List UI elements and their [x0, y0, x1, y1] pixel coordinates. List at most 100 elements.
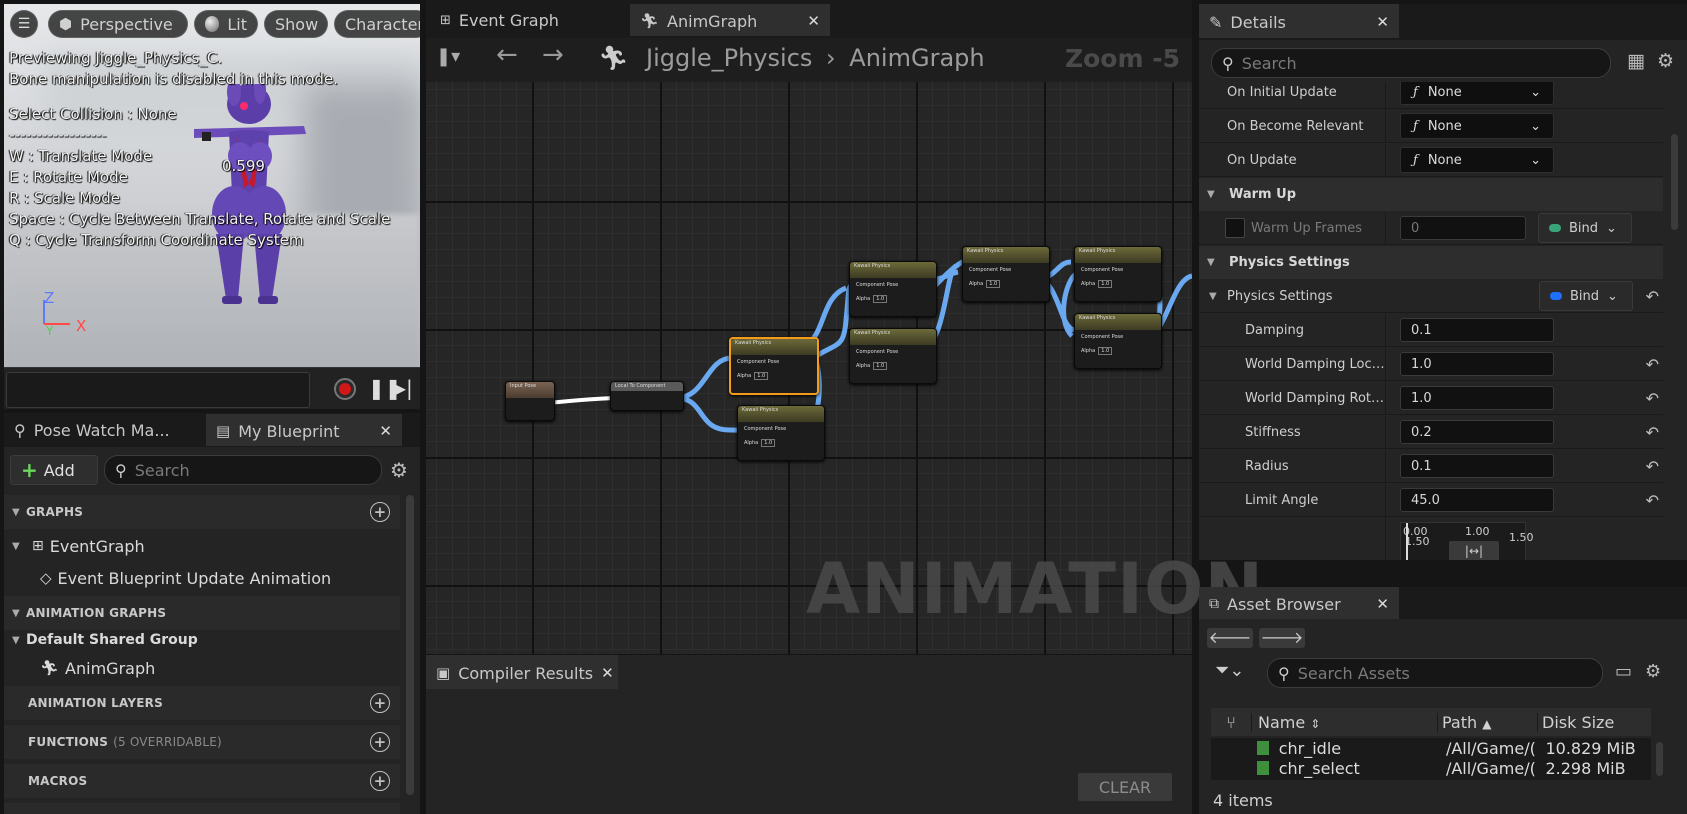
details-search-input[interactable]: ⚲ Search [1211, 48, 1611, 78]
pin-value[interactable]: 1.0 [1098, 347, 1113, 355]
close-icon[interactable]: ✕ [1376, 13, 1389, 31]
reset-arrow-icon[interactable]: ↶ [1646, 355, 1659, 374]
add-layer-icon[interactable]: + [370, 693, 390, 713]
asset-back-button[interactable]: 🡐 [1207, 628, 1253, 648]
character-button[interactable]: Character [334, 10, 420, 38]
blueprint-scrollbar[interactable] [406, 495, 414, 795]
warm-up-checkbox[interactable] [1225, 218, 1245, 238]
pin-value[interactable]: 1.0 [986, 280, 1001, 288]
reset-arrow-icon[interactable]: ↶ [1646, 423, 1659, 442]
close-icon[interactable]: ✕ [1376, 595, 1389, 613]
details-settings-button[interactable]: ⚙ [1657, 50, 1674, 72]
function-binding-dropdown[interactable]: ƒ None ⌄ [1400, 113, 1554, 139]
tab-my-blueprint[interactable]: ▤ My Blueprint ✕ [206, 414, 402, 446]
table-row[interactable]: chr_idle /All/Game/( 10.829 MiB [1211, 738, 1651, 758]
kawaii-physics-node[interactable]: Kawaii Physics Component Pose Alpha 1.0 [1074, 246, 1162, 302]
section-macros[interactable]: MACROS + [4, 764, 400, 798]
branch-icon[interactable]: ⑂ [1211, 713, 1251, 732]
kawaii-physics-node[interactable]: Kawaii Physics Component Pose Alpha 1.0 [849, 328, 937, 384]
reset-arrow-icon[interactable]: ↶ [1646, 389, 1659, 408]
reset-arrow-icon[interactable]: ↶ [1646, 491, 1659, 510]
reset-arrow-icon[interactable]: ↶ [1646, 457, 1659, 476]
reset-arrow-icon[interactable]: ↶ [1646, 287, 1659, 306]
section-physics-settings[interactable]: ▼ Physics Settings [1199, 246, 1663, 279]
pin-value[interactable]: 1.0 [873, 295, 888, 303]
tab-event-graph[interactable]: ⊞ Event Graph [430, 4, 630, 36]
pin-component-pose[interactable]: Component Pose [731, 355, 817, 369]
add-function-icon[interactable]: + [370, 732, 390, 752]
step-forward-button[interactable]: ▸| [396, 376, 413, 400]
world-damping-rotation-field[interactable]: 1.0 [1400, 386, 1554, 410]
blueprint-search-input[interactable]: ⚲ Search [104, 455, 382, 485]
tab-details[interactable]: ✎ Details ✕ [1199, 4, 1399, 38]
table-view-button[interactable]: ▦ [1627, 50, 1645, 72]
lit-button[interactable]: Lit [194, 10, 258, 38]
function-binding-dropdown[interactable]: ƒ None ⌄ [1400, 147, 1554, 173]
section-functions[interactable]: FUNCTIONS (5 OVERRIDABLE) + [4, 725, 400, 759]
tree-item-event-update[interactable]: ◇ Event Blueprint Update Animation [4, 563, 400, 593]
section-graphs[interactable]: ▼ GRAPHS + [4, 495, 400, 529]
pin-value[interactable]: 1.0 [873, 362, 888, 370]
folder-view-button[interactable]: ▭ [1615, 661, 1632, 682]
tree-item-eventgraph[interactable]: ▼ ⊞ EventGraph [4, 531, 400, 561]
add-graph-icon[interactable]: + [370, 502, 390, 522]
pin-alpha[interactable]: Alpha 1.0 [963, 277, 1049, 291]
tree-item-default-group[interactable]: ▼ Default Shared Group [4, 625, 400, 655]
kawaii-physics-node[interactable]: Kawaii Physics Component Pose Alpha 1.0 [1074, 313, 1162, 369]
pin-component-pose[interactable]: Component Pose [1075, 330, 1161, 344]
close-icon[interactable]: ✕ [601, 664, 614, 682]
breadcrumb-item[interactable]: Jiggle_Physics [646, 44, 812, 72]
pin-value[interactable]: 1.0 [761, 439, 776, 447]
world-damping-location-field[interactable]: 1.0 [1400, 352, 1554, 376]
pin-alpha[interactable]: Alpha 1.0 [1075, 277, 1161, 291]
preview-viewport[interactable]: ☰ ⬢ Perspective Lit Show Character Previ… [4, 4, 420, 367]
breadcrumb-item[interactable]: AnimGraph [849, 44, 984, 72]
column-name[interactable]: Name ⇕ [1251, 712, 1437, 732]
damping-field[interactable]: 0.1 [1400, 318, 1554, 342]
pin-alpha[interactable]: Alpha 1.0 [850, 292, 936, 306]
function-binding-dropdown[interactable]: ƒ None ⌄ [1400, 82, 1554, 105]
pin-alpha[interactable]: Alpha 1.0 [1075, 344, 1161, 358]
kawaii-physics-node[interactable]: Kawaii Physics Component Pose Alpha 1.0 [737, 405, 825, 461]
timeline-scrubber[interactable] [6, 372, 310, 408]
pin-value[interactable]: 1.0 [1098, 280, 1113, 288]
close-icon[interactable]: ✕ [807, 12, 820, 30]
asset-settings-button[interactable]: ⚙ [1645, 661, 1661, 682]
pin-value[interactable]: 1.0 [754, 372, 769, 380]
radius-field[interactable]: 0.1 [1400, 454, 1554, 478]
section-warm-up[interactable]: ▼ Warm Up [1199, 178, 1663, 211]
tab-asset-browser[interactable]: ⧉ Asset Browser ✕ [1199, 587, 1399, 619]
record-button[interactable] [334, 378, 356, 400]
bind-button[interactable]: Bind ⌄ [1539, 281, 1633, 311]
section-animation-layers[interactable]: ANIMATION LAYERS + [4, 686, 400, 720]
column-path[interactable]: Path ▲ [1437, 712, 1537, 732]
forward-button[interactable]: → [542, 40, 564, 70]
asset-search-input[interactable]: ⚲ Search Assets [1267, 658, 1603, 688]
close-icon[interactable]: ✕ [379, 422, 392, 440]
pin-component-pose[interactable]: Component Pose [738, 422, 824, 436]
back-button[interactable]: ← [496, 40, 518, 70]
bookmark-button[interactable]: ❚▾ [436, 46, 460, 67]
pin-component-pose[interactable]: Component Pose [1075, 263, 1161, 277]
kawaii-physics-node[interactable]: Kawaii Physics Component Pose Alpha 1.0 [729, 337, 819, 395]
column-disk-size[interactable]: Disk Size [1537, 712, 1647, 732]
pin-alpha[interactable]: Alpha 1.0 [738, 436, 824, 450]
kawaii-physics-node[interactable]: Kawaii Physics Component Pose Alpha 1.0 [962, 246, 1050, 302]
input-pose-node[interactable]: Input Pose [505, 381, 555, 421]
curve-preview[interactable]: 0.00 1.00 1.50 1.50 |↔| [1400, 521, 1534, 560]
warm-up-frames-field[interactable]: 0 [1400, 216, 1526, 240]
settings-gear-button[interactable]: ⚙ [390, 458, 408, 482]
viewport-menu-button[interactable]: ☰ [10, 10, 38, 38]
collapse-triangle-icon[interactable]: ▼ [1209, 291, 1223, 302]
stiffness-field[interactable]: 0.2 [1400, 420, 1554, 444]
tab-pose-watch[interactable]: ⚲ Pose Watch Ma... [4, 414, 202, 446]
filter-button[interactable]: ⏷⌄ [1215, 660, 1244, 681]
tree-item-animgraph[interactable]: 🏃︎ AnimGraph [4, 653, 400, 683]
show-button[interactable]: Show [264, 10, 328, 38]
local-to-component-node[interactable]: Local To Component [610, 381, 684, 411]
asset-scrollbar[interactable] [1656, 742, 1663, 776]
add-button[interactable]: + Add [10, 455, 98, 485]
perspective-button[interactable]: ⬢ Perspective [48, 10, 188, 38]
pin-component-pose[interactable]: Component Pose [963, 263, 1049, 277]
details-scrollbar[interactable] [1671, 134, 1678, 230]
